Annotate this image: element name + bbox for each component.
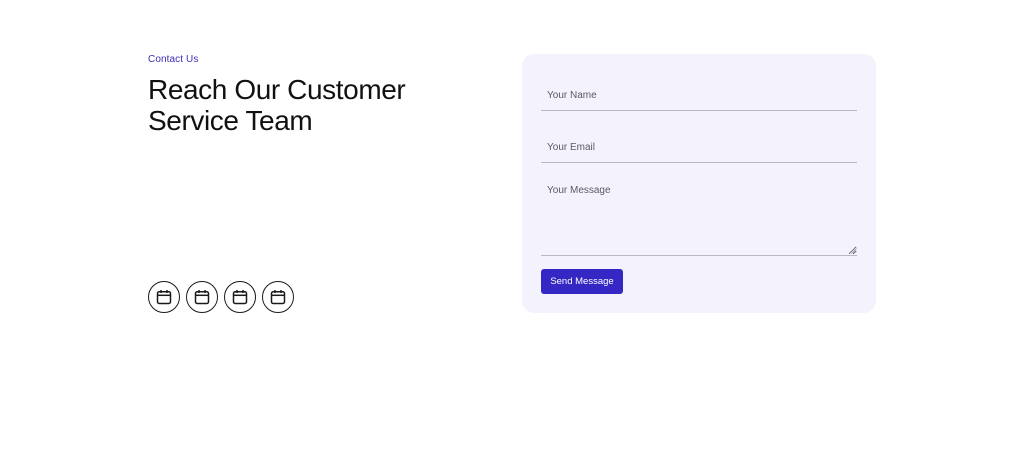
calendar-icon xyxy=(232,290,248,305)
name-field[interactable] xyxy=(541,80,857,111)
social-link-2[interactable] xyxy=(186,281,218,313)
section-eyebrow: Contact Us xyxy=(148,54,199,65)
calendar-icon xyxy=(270,290,286,305)
contact-intro: Contact Us Reach Our Customer Service Te… xyxy=(148,54,468,136)
email-field[interactable] xyxy=(541,132,857,163)
heading-line-1: Reach Our Customer xyxy=(148,74,406,105)
resize-grip-icon[interactable] xyxy=(851,248,857,254)
heading-line-2: Service Team xyxy=(148,105,313,136)
calendar-icon xyxy=(194,290,210,305)
social-link-3[interactable] xyxy=(224,281,256,313)
contact-section: Contact Us Reach Our Customer Service Te… xyxy=(0,0,1024,467)
social-link-1[interactable] xyxy=(148,281,180,313)
social-links xyxy=(148,281,294,313)
contact-form: Send Message xyxy=(522,54,876,313)
message-field[interactable] xyxy=(541,180,857,256)
calendar-icon xyxy=(156,290,172,305)
section-heading: Reach Our Customer Service Team xyxy=(148,74,468,136)
send-message-button[interactable]: Send Message xyxy=(541,269,623,294)
social-link-4[interactable] xyxy=(262,281,294,313)
